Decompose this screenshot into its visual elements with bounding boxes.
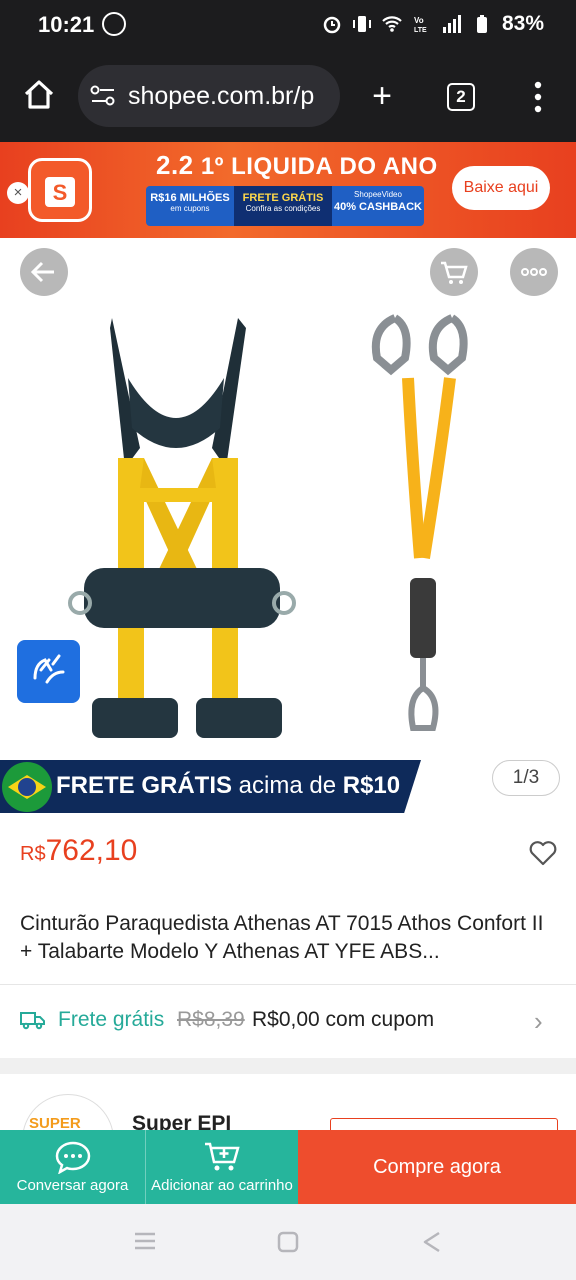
seller-avatar[interactable]: SUPER [22,1094,114,1130]
chat-now-button[interactable]: Conversar agora [0,1130,145,1204]
home-nav-icon[interactable] [276,1230,300,1254]
free-shipping-text: FRETE GRÁTIS acima de R$10 [56,772,401,799]
truck-icon [20,1012,45,1030]
app-promo-banner[interactable]: × S 2.2 1º LIQUIDA DO ANO R$16 MILHÕES e… [0,142,576,238]
svg-text:Vo: Vo [414,16,424,25]
arrow-left-icon [30,261,54,283]
seller-section[interactable]: SUPER Super EPI [0,1074,576,1130]
divider [0,984,576,985]
more-dots-icon [521,268,547,276]
product-gallery[interactable]: 1/3 FRETE GRÁTIS acima de R$10 [0,238,576,814]
more-options-button[interactable] [510,248,558,296]
product-price: R$762,10 [20,834,137,868]
download-app-button[interactable]: Baixe aqui [452,166,550,210]
alarm-icon [323,16,341,34]
buy-now-label: Compre agora [373,1156,501,1178]
home-icon[interactable] [22,78,56,112]
shopee-logo: S [28,158,92,222]
svg-text:LTE: LTE [414,27,427,34]
section-separator [0,1058,576,1074]
site-settings-icon[interactable] [90,85,116,107]
heart-icon[interactable] [528,838,558,868]
status-bar: 10:21 Vo LTE 83% [0,0,576,52]
shopee-bag-icon: S [45,177,75,207]
back-nav-icon[interactable] [420,1230,444,1254]
promo-strip: R$16 MILHÕES em cupons FRETE GRÁTIS Conf… [146,186,424,226]
seller-name[interactable]: Super EPI [132,1112,231,1130]
product-image [68,314,468,738]
chat-now-label: Conversar agora [16,1177,129,1194]
free-shipping-label: Frete grátis [58,1008,165,1031]
visit-shop-button[interactable] [330,1118,558,1130]
promo-coupons: R$16 MILHÕES em cupons [150,192,230,213]
sign-language-icon [33,654,65,684]
back-button[interactable] [20,248,68,296]
status-icons: Vo LTE 83% [322,12,544,36]
url-bar[interactable]: shopee.com.br/p [78,65,340,127]
tab-switcher-button[interactable]: 2 [447,83,475,111]
new-tab-button[interactable]: + [362,76,402,116]
promo-cashback: ShopeeVideo 40% CASHBACK [333,190,423,213]
chat-icon [55,1141,90,1174]
price-currency: R$ [20,843,46,865]
shipping-old-price: R$8,39 [177,1008,245,1031]
buy-now-button[interactable]: Compre agora [298,1130,576,1204]
cart-icon [441,261,468,284]
shipping-row[interactable]: Frete grátis R$8,39 R$0,00 com cupom › [0,988,576,1052]
sign-language-button[interactable] [17,640,80,703]
status-time: 10:21 [38,12,95,37]
brazil-flag-icon [2,762,52,812]
product-title: Cinturão Paraquedista Athenas AT 7015 At… [20,912,544,963]
url-text: shopee.com.br/p [128,82,315,110]
signal-icon [442,15,461,33]
cart-button[interactable] [430,248,478,296]
shipping-new-price: R$0,00 com cupom [252,1008,435,1031]
browser-toolbar: shopee.com.br/p + 2 [0,52,576,142]
promo-headline: 2.2 1º LIQUIDA DO ANO [156,150,438,180]
wifi-icon [382,16,402,32]
image-pager: 1/3 [492,760,560,796]
vibrate-icon [352,16,371,32]
add-to-cart-button[interactable]: Adicionar ao carrinho [145,1130,298,1204]
battery-percent: 83% [501,12,544,35]
price-value: 762,10 [45,834,138,867]
whatsapp-icon [102,12,126,36]
add-to-cart-label: Adicionar ao carrinho [151,1177,293,1194]
promo-free-shipping: FRETE GRÁTIS Confira as condições [234,186,332,226]
bottom-action-bar: Conversar agora Adicionar ao carrinho Co… [0,1130,576,1204]
close-banner-button[interactable]: × [7,182,29,204]
system-nav-bar [0,1204,576,1280]
recents-icon[interactable] [132,1230,158,1252]
more-menu-icon[interactable] [528,80,548,114]
volte-icon: Vo LTE [414,16,427,34]
chevron-right-icon: › [534,1006,543,1036]
free-shipping-banner: FRETE GRÁTIS acima de R$10 [0,760,421,813]
add-cart-icon [205,1142,240,1171]
battery-icon [476,15,487,33]
